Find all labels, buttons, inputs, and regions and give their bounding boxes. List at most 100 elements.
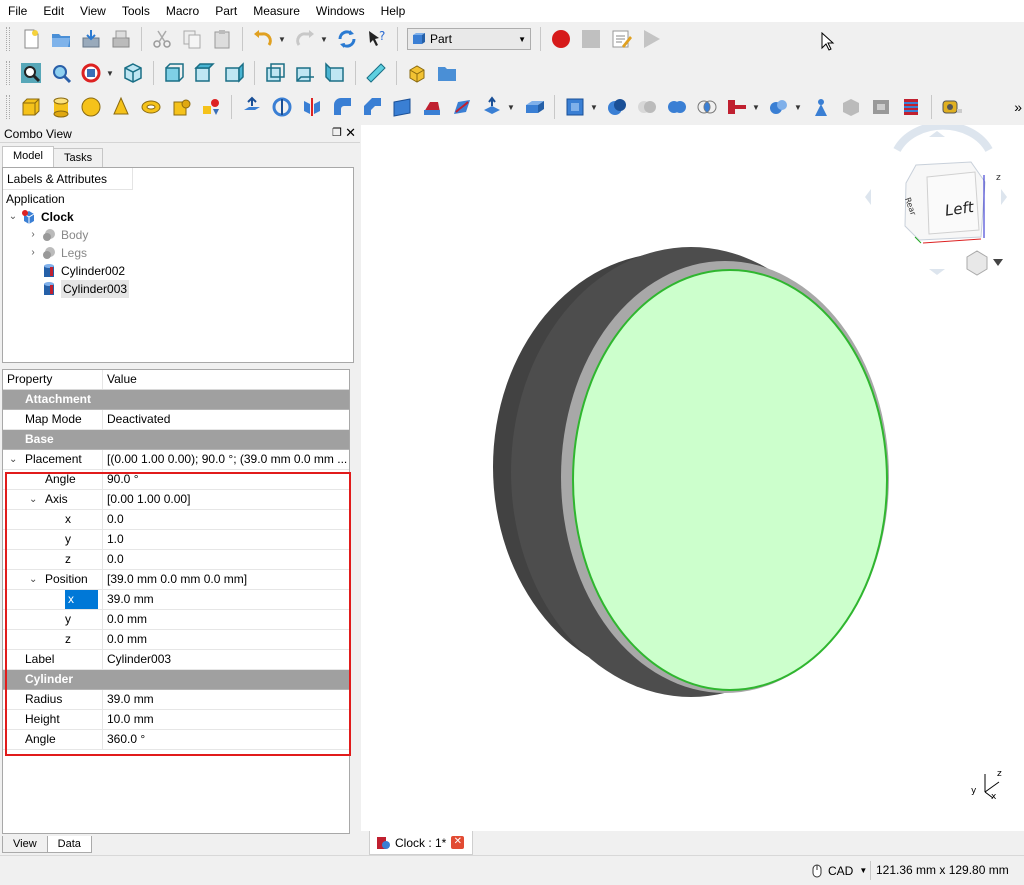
navigation-style-selector[interactable]: CAD ▼ [812,856,867,885]
sweep-button[interactable] [448,93,476,121]
fuse-button[interactable] [633,93,661,121]
right-view-button[interactable] [220,59,248,87]
property-value[interactable]: 39.0 mm [103,590,349,609]
toolbar-overflow-icon[interactable]: » [1014,99,1022,115]
new-document-button[interactable] [17,25,45,53]
property-value[interactable]: Cylinder003 [103,650,349,669]
section-dropdown-icon[interactable]: ▼ [507,93,515,121]
defeaturing-button[interactable] [867,93,895,121]
tab-view[interactable]: View [2,836,48,853]
macro-stop-button[interactable] [577,25,605,53]
float-panel-icon[interactable]: ❐ [332,126,342,139]
property-value[interactable]: 90.0 ° [103,470,349,489]
whats-this-button[interactable]: ? [363,25,391,53]
mirror-button[interactable] [298,93,326,121]
property-value[interactable]: 0.0 mm [103,610,349,629]
join-dropdown-icon[interactable]: ▼ [752,93,760,121]
property-row[interactable]: z 0.0 mm [3,630,349,650]
section-button[interactable] [478,93,506,121]
menu-windows[interactable]: Windows [308,0,373,22]
property-row[interactable]: z 0.0 [3,550,349,570]
chevron-down-icon[interactable]: ⌄ [29,570,37,589]
chevron-down-icon[interactable]: ⌄ [7,208,19,226]
property-row[interactable]: x 39.0 mm [3,590,349,610]
revolve-button[interactable] [268,93,296,121]
close-icon[interactable]: ✕ [451,836,465,849]
property-value[interactable]: 0.0 [103,550,349,569]
tree-item-cylinder002[interactable]: Cylinder002 [3,262,353,280]
isometric-view-button[interactable] [119,59,147,87]
tree-item-body[interactable]: › Body [3,226,353,244]
redo-dropdown-icon[interactable]: ▼ [320,25,328,53]
menu-edit[interactable]: Edit [35,0,72,22]
property-value[interactable]: [(0.00 1.00 0.00); 90.0 °; (39.0 mm 0.0 … [103,450,349,469]
tree-item-cylinder003[interactable]: Cylinder003 [3,280,353,298]
property-row[interactable]: Radius 39.0 mm [3,690,349,710]
save-button[interactable] [77,25,105,53]
macro-record-button[interactable] [547,25,575,53]
chevron-right-icon[interactable]: › [27,226,39,244]
property-row[interactable]: ⌄ Axis [0.00 1.00 0.00] [3,490,349,510]
property-value[interactable]: 1.0 [103,530,349,549]
tube-button[interactable] [167,93,195,121]
tab-model[interactable]: Model [2,146,54,168]
draw-style-button[interactable] [77,59,105,87]
chevron-right-icon[interactable]: › [27,244,39,262]
menu-file[interactable]: File [0,0,35,22]
create-part-button[interactable] [403,59,431,87]
property-row[interactable]: ⌄ Placement [(0.00 1.00 0.00); 90.0 °; (39… [3,450,349,470]
fillet-button[interactable] [328,93,356,121]
copy-button[interactable] [178,25,206,53]
check-geometry-button[interactable] [837,93,865,121]
measure-button[interactable] [938,93,966,121]
menu-part[interactable]: Part [207,0,245,22]
property-value[interactable]: Deactivated [103,410,349,429]
common-button[interactable] [663,93,691,121]
cross-sections-button[interactable] [897,93,925,121]
compound-button[interactable] [807,93,835,121]
split-button[interactable] [765,93,793,121]
fit-selection-button[interactable] [47,59,75,87]
loft-button[interactable] [418,93,446,121]
chevron-down-icon[interactable]: ⌄ [29,490,37,509]
property-row[interactable]: x 0.0 [3,510,349,530]
toolbar-grip[interactable] [6,61,10,85]
property-value[interactable]: 0.0 mm [103,630,349,649]
torus-button[interactable] [137,93,165,121]
3d-view[interactable]: Left Rear z z y x [361,121,1024,831]
property-row[interactable]: y 0.0 mm [3,610,349,630]
cylinder-button[interactable] [47,93,75,121]
property-value[interactable]: 10.0 mm [103,710,349,729]
chevron-down-icon[interactable]: ⌄ [9,450,17,469]
measure-distance-button[interactable] [362,59,390,87]
cylinder-face[interactable] [572,269,888,691]
property-row[interactable]: Height 10.0 mm [3,710,349,730]
property-row[interactable]: Map Mode Deactivated [3,410,349,430]
property-value[interactable]: [39.0 mm 0.0 mm 0.0 mm] [103,570,349,589]
workbench-selector[interactable]: Part ▼ [407,28,531,50]
booleans-dropdown-icon[interactable]: ▼ [590,93,598,121]
menu-view[interactable]: View [72,0,114,22]
intersection-button[interactable] [693,93,721,121]
primitives-button[interactable] [197,93,225,121]
paste-button[interactable] [208,25,236,53]
undo-button[interactable] [249,25,277,53]
fit-all-button[interactable] [17,59,45,87]
navigation-cube[interactable]: Left Rear z [865,121,1007,276]
property-row[interactable]: Angle 90.0 ° [3,470,349,490]
property-value[interactable]: 0.0 [103,510,349,529]
cut-boolean-button[interactable] [603,93,631,121]
refresh-button[interactable] [333,25,361,53]
left-view-button[interactable] [321,59,349,87]
property-row[interactable]: Label Cylinder003 [3,650,349,670]
split-dropdown-icon[interactable]: ▼ [794,93,802,121]
tab-data[interactable]: Data [46,836,92,853]
create-group-button[interactable] [433,59,461,87]
macro-edit-button[interactable] [607,25,635,53]
property-row[interactable]: Angle 360.0 ° [3,730,349,750]
join-features-button[interactable] [723,93,751,121]
undo-dropdown-icon[interactable]: ▼ [278,25,286,53]
tree-item-legs[interactable]: › Legs [3,244,353,262]
tab-tasks[interactable]: Tasks [52,148,104,168]
open-button[interactable] [47,25,75,53]
